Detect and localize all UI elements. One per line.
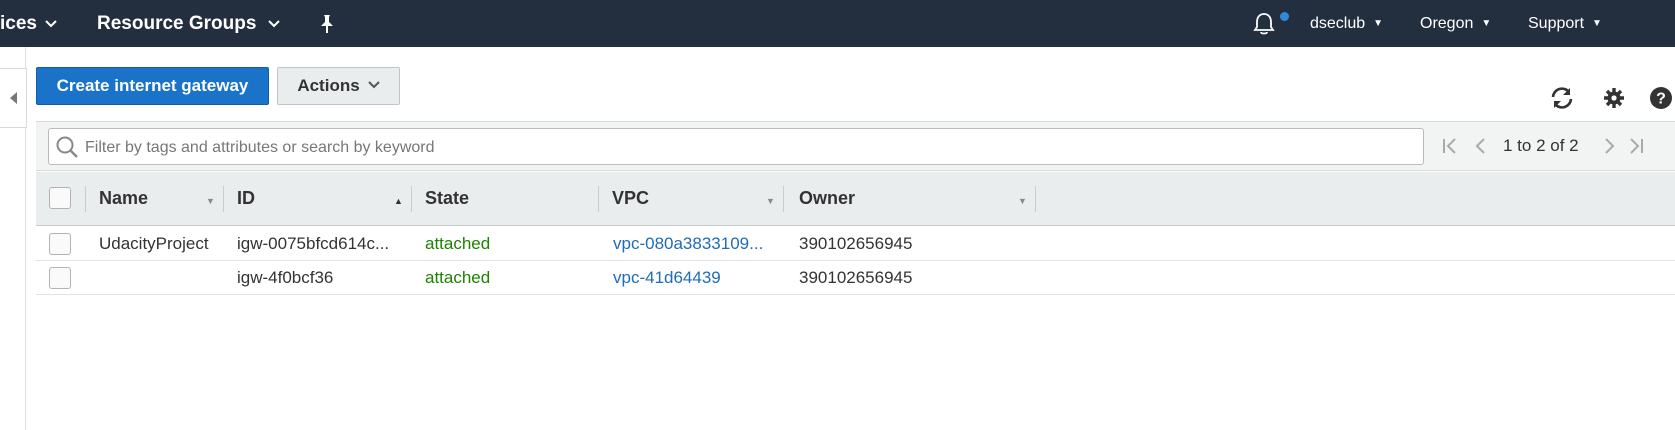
search-input[interactable] bbox=[83, 129, 1417, 166]
cell-name: UdacityProject bbox=[99, 234, 209, 253]
column-label: ID bbox=[237, 188, 255, 208]
create-internet-gateway-button[interactable]: Create internet gateway bbox=[36, 67, 269, 105]
region-label: Oregon bbox=[1420, 14, 1474, 32]
pin-icon[interactable] bbox=[318, 0, 336, 47]
sort-caret-icon: ▼ bbox=[766, 196, 775, 206]
column-divider bbox=[783, 186, 784, 212]
services-menu[interactable]: ices bbox=[0, 0, 57, 47]
resource-groups-label: Resource Groups bbox=[97, 12, 257, 34]
row-checkbox[interactable] bbox=[49, 267, 71, 289]
region-menu[interactable]: Oregon ▼ bbox=[1420, 0, 1491, 47]
sidebar-toggle-button[interactable] bbox=[0, 68, 27, 128]
chevron-down-icon: ▼ bbox=[1592, 18, 1602, 29]
search-icon bbox=[55, 135, 79, 164]
column-label: Owner bbox=[799, 188, 856, 208]
column-divider bbox=[598, 186, 599, 212]
column-divider bbox=[1035, 186, 1036, 212]
previous-page-icon[interactable] bbox=[1471, 136, 1489, 156]
refresh-icon[interactable] bbox=[1549, 85, 1575, 111]
chevron-down-icon: ▼ bbox=[1481, 18, 1492, 29]
cell-state: attached bbox=[425, 234, 491, 253]
column-label: VPC bbox=[612, 188, 650, 208]
notification-badge bbox=[1280, 12, 1289, 21]
cell-state: attached bbox=[425, 268, 491, 287]
table-row[interactable]: UdacityProject igw-0075bfcd614c... attac… bbox=[36, 227, 1675, 261]
column-divider bbox=[85, 186, 86, 212]
column-label: Name bbox=[99, 188, 149, 208]
settings-gear-icon[interactable] bbox=[1601, 85, 1627, 111]
cell-owner: 390102656945 bbox=[799, 234, 913, 253]
support-menu[interactable]: Support ▼ bbox=[1528, 0, 1602, 47]
support-label: Support bbox=[1528, 14, 1585, 32]
first-page-icon[interactable] bbox=[1441, 136, 1459, 156]
column-header-name[interactable]: Name bbox=[99, 172, 257, 225]
chevron-down-icon bbox=[367, 80, 380, 92]
create-button-label: Create internet gateway bbox=[56, 76, 249, 95]
sort-ascending-icon: ▲ bbox=[394, 196, 403, 206]
column-header-state[interactable]: State bbox=[425, 172, 595, 225]
actions-dropdown-button[interactable]: Actions bbox=[277, 67, 400, 105]
cell-vpc-link[interactable]: vpc-41d64439 bbox=[613, 268, 778, 288]
column-header-vpc[interactable]: VPC bbox=[612, 172, 772, 225]
cell-id: igw-4f0bcf36 bbox=[237, 268, 334, 287]
table-row[interactable]: igw-4f0bcf36 attached vpc-41d64439 39010… bbox=[36, 261, 1675, 295]
column-header-id[interactable]: ID bbox=[237, 172, 397, 225]
row-checkbox[interactable] bbox=[49, 233, 71, 255]
account-menu[interactable]: dseclub ▼ bbox=[1310, 0, 1383, 47]
chevron-down-icon: ▼ bbox=[1373, 18, 1384, 29]
account-label: dseclub bbox=[1310, 14, 1366, 32]
cell-id: igw-0075bfcd614c... bbox=[237, 234, 390, 253]
table-header: Name ▼ ID ▲ State VPC ▼ Owner ▼ bbox=[36, 172, 1675, 226]
cell-owner: 390102656945 bbox=[799, 268, 913, 287]
column-label: State bbox=[425, 188, 470, 208]
column-divider bbox=[411, 186, 412, 212]
notifications-bell-icon[interactable] bbox=[1253, 0, 1275, 47]
last-page-icon[interactable] bbox=[1627, 136, 1645, 156]
caret-left-icon bbox=[9, 92, 17, 104]
column-header-owner[interactable]: Owner bbox=[799, 172, 1039, 225]
search-box[interactable] bbox=[48, 128, 1424, 166]
chevron-down-icon bbox=[268, 19, 281, 31]
top-navigation-bar: ices Resource Groups dseclub ▼ Oregon ▼ … bbox=[0, 0, 1675, 47]
sort-caret-icon: ▼ bbox=[206, 196, 215, 206]
svg-text:?: ? bbox=[1656, 91, 1666, 108]
sort-caret-icon: ▼ bbox=[1018, 196, 1027, 206]
help-icon[interactable]: ? bbox=[1648, 85, 1674, 111]
resource-groups-menu[interactable]: Resource Groups bbox=[97, 0, 281, 47]
chevron-down-icon bbox=[45, 19, 57, 31]
select-all-checkbox[interactable] bbox=[49, 187, 71, 209]
services-label: ices bbox=[0, 12, 37, 34]
pagination-text: 1 to 2 of 2 bbox=[1503, 136, 1579, 155]
cell-vpc-link[interactable]: vpc-080a3833109... bbox=[613, 234, 778, 254]
filter-bar: 1 to 2 of 2 bbox=[36, 121, 1675, 171]
column-divider bbox=[223, 186, 224, 212]
actions-button-label: Actions bbox=[297, 76, 360, 95]
internet-gateways-panel: 1 to 2 of 2 Name ▼ ID ▲ State VPC ▼ O bbox=[36, 121, 1675, 295]
next-page-icon[interactable] bbox=[1601, 136, 1619, 156]
